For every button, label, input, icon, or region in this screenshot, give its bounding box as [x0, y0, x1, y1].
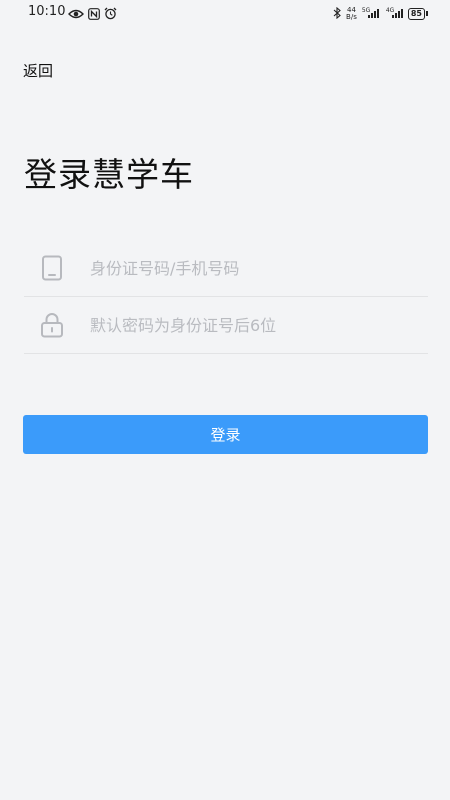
nfc-icon — [88, 5, 100, 24]
signal-tag-5g: 5G — [361, 7, 371, 14]
battery-level: 85 — [407, 7, 425, 20]
net-speed-unit: B/s — [346, 12, 357, 21]
status-left-icons — [68, 5, 117, 24]
status-bar: 10:10 44 B/s 5G 4G 85 — [0, 0, 450, 26]
lock-icon — [24, 312, 80, 338]
bluetooth-icon — [333, 4, 341, 23]
login-button[interactable]: 登录 — [23, 415, 428, 454]
password-field-row — [24, 297, 428, 354]
net-speed: 44 B/s — [346, 6, 357, 21]
phone-icon — [24, 255, 80, 281]
password-input[interactable] — [90, 315, 420, 335]
back-button[interactable]: 返回 — [23, 60, 53, 81]
battery-icon: 85 — [407, 7, 428, 20]
page-title: 登录慧学车 — [24, 155, 194, 194]
signal-icon: 5G — [362, 7, 379, 18]
signal-icon: 4G — [386, 7, 403, 18]
eye-icon — [68, 5, 84, 24]
id-phone-input[interactable] — [90, 258, 420, 278]
alarm-icon — [104, 5, 117, 24]
status-time: 10:10 — [28, 4, 66, 19]
signal-tag-4g: 4G — [385, 7, 395, 14]
id-phone-field-row — [24, 240, 428, 297]
status-right-icons: 44 B/s 5G 4G 85 — [333, 4, 428, 23]
